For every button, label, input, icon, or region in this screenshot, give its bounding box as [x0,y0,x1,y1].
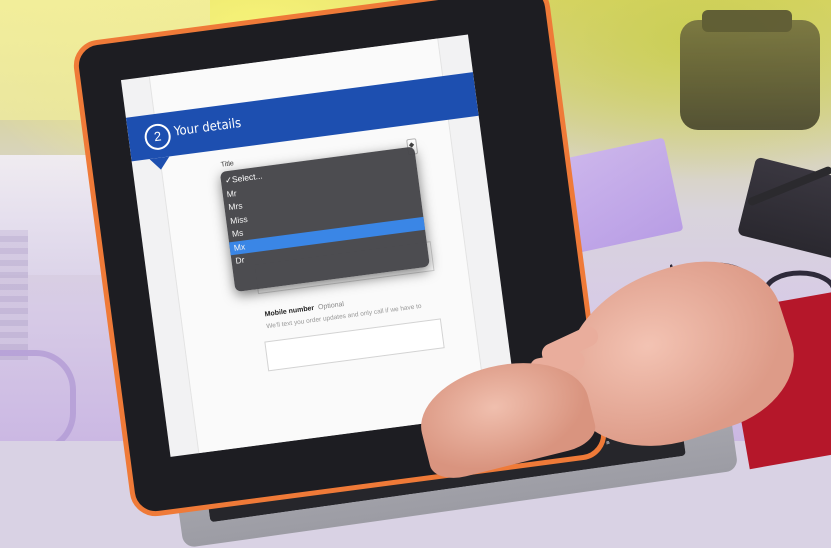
coiled-cable [0,230,28,360]
title-option-label: Select... [231,170,264,185]
title-dropdown-menu[interactable]: ✓Select... Mr Mrs Miss Ms Mx Dr [219,146,430,292]
camera-bag [680,10,820,130]
mug [0,350,76,441]
